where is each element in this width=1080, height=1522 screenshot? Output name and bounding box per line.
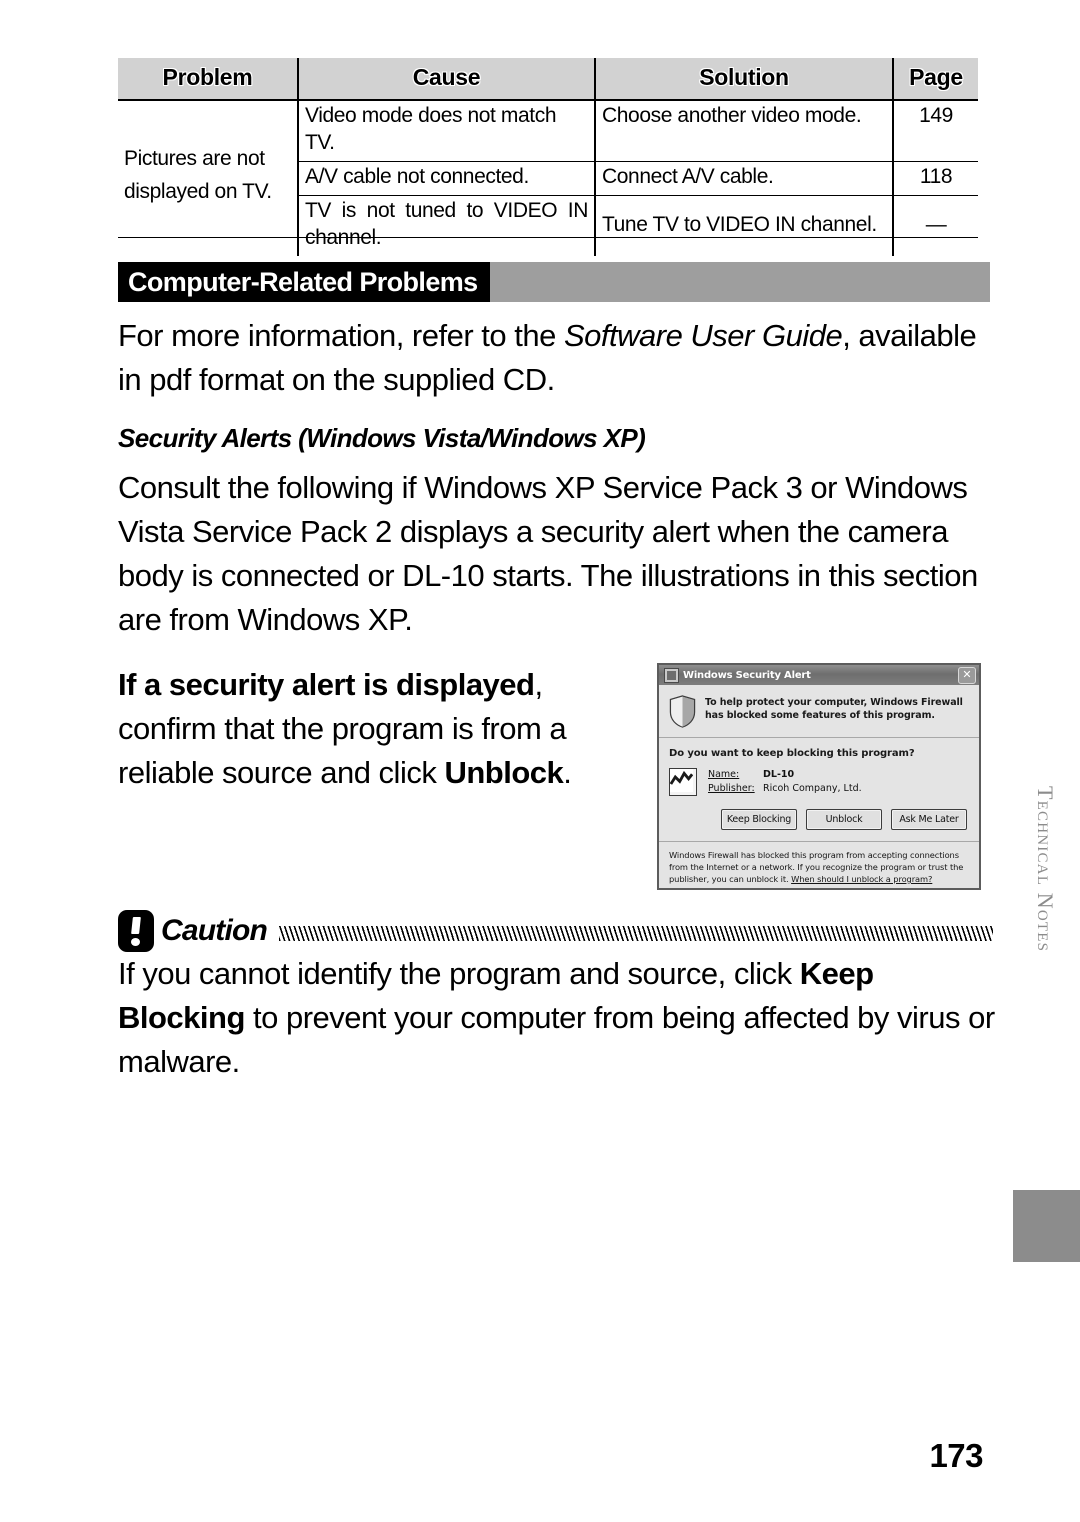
cell-solution: Tune TV to VIDEO IN channel. <box>594 195 893 256</box>
caution-label: Caution <box>161 914 268 947</box>
dialog-button-row: Keep Blocking Unblock Ask Me Later <box>669 796 969 841</box>
caution-header: Caution <box>118 908 993 954</box>
ask-me-later-button[interactable]: Ask Me Later <box>891 809 967 830</box>
sidetab-label: Technical Notes <box>1033 786 1058 953</box>
shield-icon <box>669 695 696 728</box>
intro-text-before: For more information, refer to the <box>118 318 564 353</box>
caution-hatched-rule <box>279 925 993 941</box>
alert-bold-unblock: Unblock <box>444 755 564 791</box>
table-header-row: Problem Cause Solution Page <box>118 58 978 102</box>
dialog-footer-text: Windows Firewall has blocked this progra… <box>659 841 979 888</box>
dialog-body: Do you want to keep blocking this progra… <box>659 738 979 841</box>
dialog-publisher-label: Publisher: <box>708 782 755 794</box>
consult-paragraph: Consult the following if Windows XP Serv… <box>118 470 978 638</box>
dialog-question: Do you want to keep blocking this progra… <box>669 748 915 759</box>
dialog-banner-text: To help protect your computer, Windows F… <box>705 697 963 721</box>
security-alert-paragraph: If a security alert is displayed, confir… <box>118 663 648 795</box>
cell-solution: Choose another video mode. <box>594 100 893 163</box>
page-number: 173 <box>929 1437 983 1474</box>
dialog-name-row: Name: DL-10 <box>708 768 862 782</box>
intro-paragraph: For more information, refer to the Softw… <box>118 314 998 402</box>
section-banner-title: Computer-Related Problems <box>118 262 490 302</box>
windows-security-alert-dialog: Windows Security Alert ✕ To help protect… <box>657 663 981 890</box>
cell-page: 118 <box>892 161 978 197</box>
dialog-program-info: Name: DL-10 Publisher: Ricoh Company, Lt… <box>669 768 969 796</box>
subsection-heading: Security Alerts (Windows Vista/Windows X… <box>118 423 646 453</box>
caution-paragraph: If you cannot identify the program and s… <box>118 952 998 1084</box>
table-bottom-rule <box>118 237 978 238</box>
dialog-publisher-value: Ricoh Company, Ltd. <box>763 782 862 794</box>
dialog-name-label: Name: <box>708 769 740 780</box>
cell-page: 149 <box>892 100 978 163</box>
table-row: Pictures are not displayed on TV. Video … <box>118 100 978 203</box>
dialog-title-bar: Windows Security Alert ✕ <box>659 665 979 685</box>
software-user-guide-title: Software User Guide <box>563 318 843 353</box>
shield-small-icon <box>664 667 679 683</box>
cell-cause: Video mode does not match TV. <box>297 100 595 163</box>
column-header-page: Page <box>892 58 978 102</box>
close-icon[interactable]: ✕ <box>958 667 976 684</box>
dialog-publisher-row: Publisher: Ricoh Company, Ltd. <box>708 782 862 796</box>
unblock-button[interactable]: Unblock <box>806 809 882 830</box>
unblock-help-link[interactable]: When should I unblock a program? <box>791 874 932 884</box>
caution-text-after: to prevent your computer from being affe… <box>118 1000 995 1080</box>
exclamation-icon <box>118 910 154 952</box>
dialog-title-text: Windows Security Alert <box>683 669 811 681</box>
column-header-problem: Problem <box>118 58 298 102</box>
dialog-name-value: DL-10 <box>763 769 795 780</box>
cell-page: — <box>892 195 978 256</box>
cell-problem: Pictures are not displayed on TV. <box>124 147 272 203</box>
column-header-solution: Solution <box>594 58 893 102</box>
cell-cause: TV is not tuned to VIDEO IN channel. <box>297 195 595 256</box>
keep-blocking-button[interactable]: Keep Blocking <box>721 809 797 830</box>
dl10-program-icon <box>669 768 697 796</box>
dialog-fields: Name: DL-10 Publisher: Ricoh Company, Lt… <box>708 768 862 796</box>
alert-end-text: . <box>563 755 572 791</box>
dialog-banner: To help protect your computer, Windows F… <box>659 685 979 738</box>
section-banner: Computer-Related Problems <box>118 262 990 302</box>
troubleshooting-table: Problem Cause Solution Page Pictures are… <box>118 58 978 256</box>
column-header-cause: Cause <box>297 58 595 102</box>
alert-bold-lead: If a security alert is displayed <box>118 667 535 702</box>
cell-solution: Connect A/V cable. <box>594 161 893 197</box>
cell-cause: A/V cable not connected. <box>297 161 595 197</box>
caution-text-before: If you cannot identify the program and s… <box>118 956 800 991</box>
sidetab-marker <box>1013 1190 1080 1262</box>
